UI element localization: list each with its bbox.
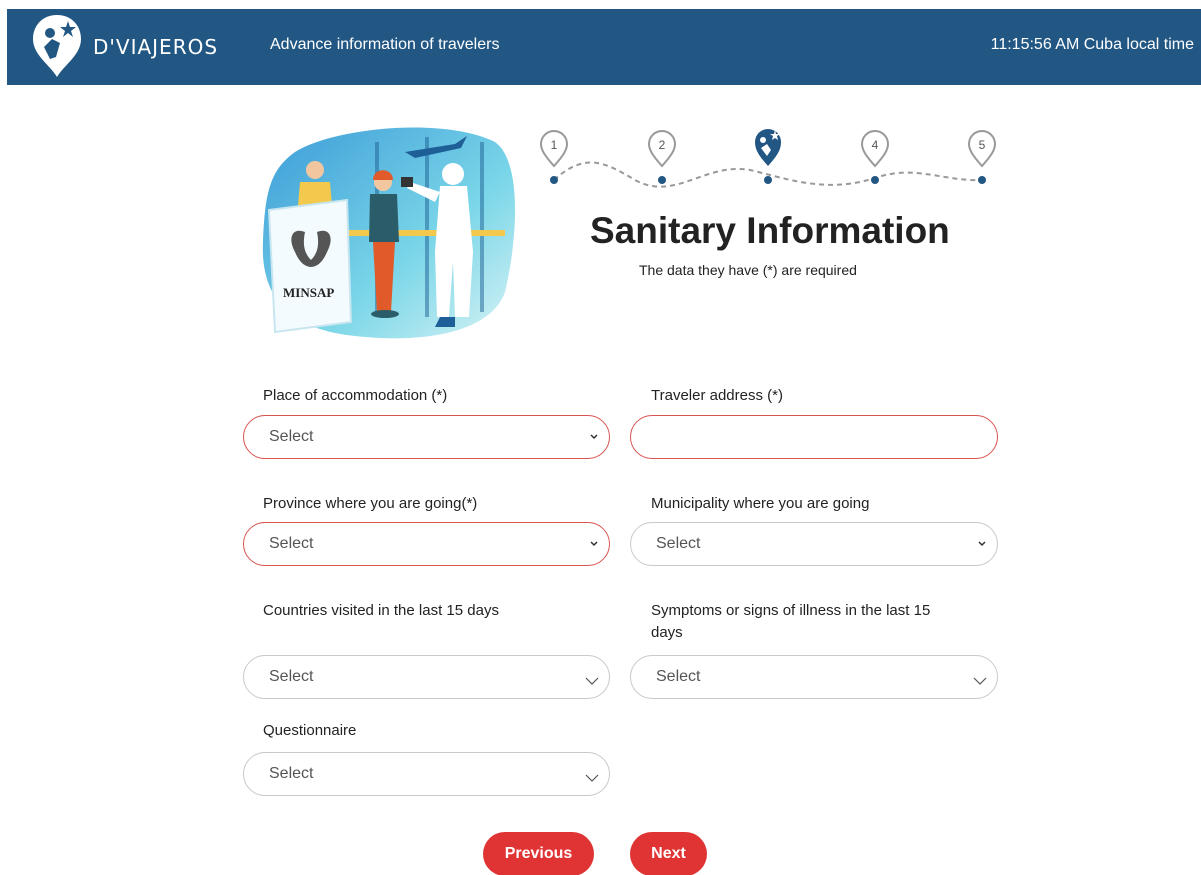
accommodation-select-value: Select xyxy=(269,428,314,445)
next-button[interactable]: Next xyxy=(630,832,707,875)
province-select-value: Select xyxy=(269,535,314,552)
step-1-label: 1 xyxy=(550,138,558,152)
chevron-down-icon xyxy=(585,677,599,685)
sanitary-checkpoint-illustration: MINSAP xyxy=(262,127,516,339)
required-fields-hint: The data they have (*) are required xyxy=(639,262,857,278)
symptoms-label: Symptoms or signs of illness in the last… xyxy=(651,600,930,644)
top-bar: D'VIAJEROS Advance information of travel… xyxy=(7,9,1201,85)
local-time-clock: 11:15:56 AM Cuba local time xyxy=(990,36,1194,53)
questionnaire-label: Questionnaire xyxy=(263,722,357,739)
countries-label: Countries visited in the last 15 days xyxy=(263,602,499,619)
traveler-address-input[interactable] xyxy=(630,415,998,459)
step-2-label: 2 xyxy=(658,138,666,152)
municipality-select[interactable]: Select xyxy=(630,522,998,566)
step-5-label: 5 xyxy=(978,138,986,152)
chevron-down-icon xyxy=(585,774,599,782)
symptoms-label-line-2: days xyxy=(651,624,683,641)
traveler-address-label: Traveler address (*) xyxy=(651,387,783,404)
symptoms-multiselect[interactable]: Select xyxy=(630,655,998,699)
chevron-down-icon xyxy=(590,434,598,440)
countries-multiselect[interactable]: Select xyxy=(243,655,610,699)
questionnaire-select-value: Select xyxy=(269,765,314,782)
brand-name[interactable]: D'VIAJEROS xyxy=(93,35,218,59)
accommodation-label: Place of accommodation (*) xyxy=(263,387,448,404)
symptoms-select-value: Select xyxy=(656,668,701,685)
step-3-marker-current xyxy=(755,129,781,184)
chevron-down-icon xyxy=(590,541,598,547)
app-subtitle: Advance information of travelers xyxy=(270,36,500,53)
progress-stepper xyxy=(539,129,997,188)
symptoms-label-line-1: Symptoms or signs of illness in the last… xyxy=(651,602,931,619)
questionnaire-select[interactable]: Select xyxy=(243,752,610,796)
minsap-sign-text: MINSAP xyxy=(283,285,334,300)
page-title: Sanitary Information xyxy=(590,210,950,251)
municipality-label: Municipality where you are going xyxy=(651,495,870,512)
brand-logo-icon[interactable] xyxy=(30,13,84,79)
province-select[interactable]: Select xyxy=(243,522,610,566)
chevron-down-icon xyxy=(973,677,987,685)
countries-select-value: Select xyxy=(269,668,314,685)
accommodation-select[interactable]: Select xyxy=(243,415,610,459)
chevron-down-icon xyxy=(978,541,986,547)
municipality-select-value: Select xyxy=(656,535,701,552)
step-4-label: 4 xyxy=(871,138,879,152)
province-label: Province where you are going(*) xyxy=(263,495,478,512)
previous-button[interactable]: Previous xyxy=(483,832,594,875)
